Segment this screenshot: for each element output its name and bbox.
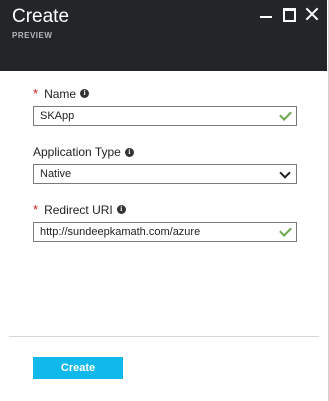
application-type-label: Application Type i [33,145,134,159]
name-label: * Name i [33,86,90,101]
blade-header: Create PREVIEW [0,0,327,71]
redirect-uri-label: * Redirect URI i [33,202,126,217]
name-label-text: Name [44,86,77,101]
application-type-value: Native [40,168,72,180]
checkmark-icon [279,224,292,237]
maximize-icon[interactable] [282,7,296,22]
name-value: SKApp [40,110,75,122]
chevron-down-icon [279,167,291,179]
footer-divider [9,336,319,337]
info-icon[interactable]: i [124,147,134,157]
name-field[interactable]: SKApp [33,106,297,126]
close-icon[interactable] [305,7,319,21]
redirect-uri-value: http://sundeepkamath.com/azure [40,226,201,238]
blade-subtitle: PREVIEW [12,31,53,40]
checkmark-icon [279,108,292,121]
info-icon[interactable]: i [116,205,126,214]
application-type-label-text: Application Type [33,145,121,159]
window-controls [259,7,319,22]
required-marker: * [33,202,39,217]
create-blade: Create PREVIEW * Name i SKApp Applicatio… [0,0,329,401]
blade-title: Create [12,6,70,27]
create-button[interactable]: Create [33,357,123,379]
application-type-select[interactable]: Native [33,164,297,184]
redirect-uri-field[interactable]: http://sundeepkamath.com/azure [33,222,297,242]
required-marker: * [33,86,39,101]
info-icon[interactable]: i [80,89,90,98]
redirect-uri-label-text: Redirect URI [44,202,113,217]
minimize-icon[interactable] [259,7,273,21]
